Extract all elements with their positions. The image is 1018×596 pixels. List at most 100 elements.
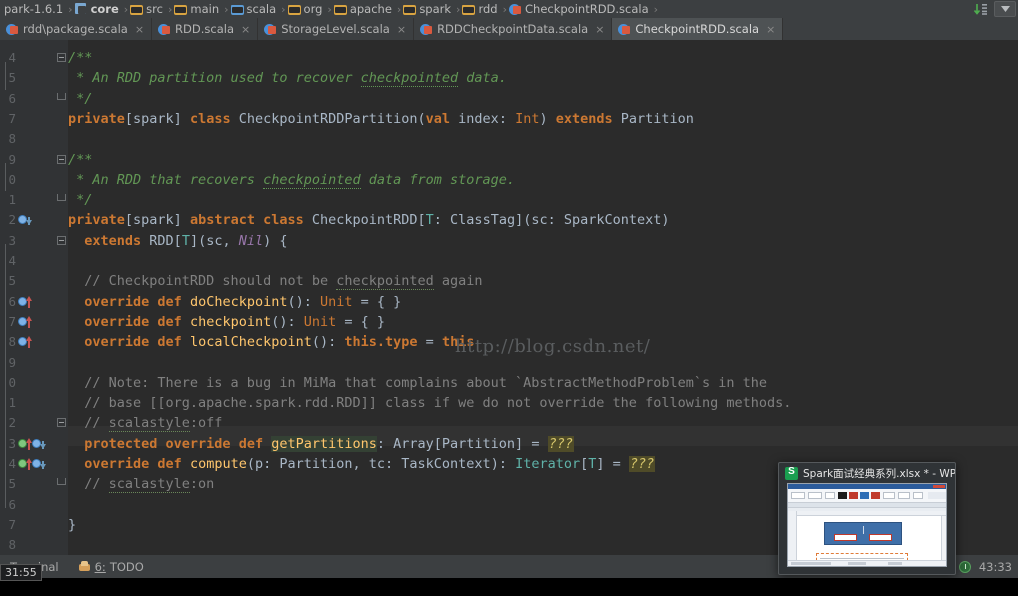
breadcrumb-item-rdd[interactable]: rdd [461, 2, 501, 16]
code-line: override def doCheckpoint(): Unit = { } [84, 293, 402, 310]
scala-file-icon [618, 23, 631, 36]
tab-rdd-scala[interactable]: RDD.scala × [152, 18, 259, 40]
status-cursor-position[interactable]: 43:33 [979, 560, 1012, 574]
breadcrumb-label: src [146, 2, 163, 16]
overriding-method-icon[interactable] [32, 437, 46, 451]
tab-label: CheckpointRDD.scala [635, 22, 760, 36]
line-number: 7 [8, 110, 16, 126]
code-line: // scalastyle:on [68, 476, 215, 494]
breadcrumb-item-apache[interactable]: apache [333, 2, 396, 16]
breadcrumb-label: main [190, 2, 220, 16]
gutter-markers[interactable] [18, 335, 32, 349]
thumbnail-title: Spark面试经典系列.xlsx * - WP... [803, 467, 956, 480]
implemented-method-icon[interactable] [18, 457, 32, 471]
status-todo-label: TODO [109, 559, 144, 574]
code-line: private[spark] class CheckpointRDDPartit… [68, 110, 694, 127]
thumbnail-title-bar: Spark面试经典系列.xlsx * - WP... [779, 463, 955, 483]
line-number: 5 [8, 70, 16, 86]
code-line: override def localCheckpoint(): this.typ… [84, 334, 475, 351]
line-number: 9 [8, 354, 16, 370]
fold-region-stem [5, 62, 6, 90]
line-number: 5 [8, 273, 16, 289]
chevron-down-icon[interactable] [994, 1, 1016, 17]
code-line: // base [[org.apache.spark.rdd.RDD]] cla… [68, 395, 792, 412]
status-bar-right: 43:33 [958, 560, 1012, 574]
line-number: 8 [8, 334, 16, 350]
fold-collapse-icon[interactable] [57, 154, 66, 164]
line-number: 0 [8, 374, 16, 390]
preview-sheet-tabs [788, 503, 946, 508]
breadcrumb-item-src[interactable]: src [129, 2, 167, 16]
overriding-method-icon[interactable] [18, 295, 32, 309]
folder-icon [174, 4, 188, 15]
fold-collapse-icon[interactable] [57, 418, 66, 428]
breadcrumb-item-main[interactable]: main [173, 2, 223, 16]
folder-icon [130, 4, 144, 15]
breadcrumb-item-spark[interactable]: spark [402, 2, 455, 16]
fold-collapse-icon[interactable] [57, 235, 66, 245]
overriding-method-icon[interactable] [18, 315, 32, 329]
gutter-markers[interactable] [18, 437, 46, 451]
code-line: override def checkpoint(): Unit = { } [84, 313, 386, 330]
close-icon[interactable]: × [397, 23, 406, 36]
code-line: protected override def getPartitions: Ar… [84, 435, 574, 452]
breadcrumb-label: apache [349, 2, 392, 16]
tab-label: StorageLevel.scala [281, 22, 390, 36]
implementing-method-icon[interactable] [18, 213, 32, 227]
breadcrumb-label: scala [246, 2, 277, 16]
close-icon[interactable]: × [595, 23, 604, 36]
code-line: // scalastyle:off [68, 415, 223, 433]
close-icon[interactable]: × [135, 23, 144, 36]
module-icon [74, 3, 88, 15]
status-todo-number: 6: [94, 559, 106, 574]
line-number: 7 [8, 313, 16, 329]
gutter-markers[interactable] [18, 315, 32, 329]
code-line: } [68, 516, 77, 533]
gutter-markers[interactable] [18, 213, 32, 227]
gutter-markers[interactable] [18, 457, 46, 471]
fold-collapse-icon[interactable] [57, 53, 66, 62]
tab-storagelevel-scala[interactable]: StorageLevel.scala × [258, 18, 415, 40]
overriding-method-icon[interactable] [18, 335, 32, 349]
folder-icon [462, 4, 476, 15]
line-number: 8 [8, 131, 16, 147]
gutter-markers[interactable] [18, 295, 32, 309]
overriding-method-icon[interactable] [32, 457, 46, 471]
breadcrumb-label: rdd [478, 2, 498, 16]
fold-region-end-icon[interactable] [57, 194, 66, 202]
taskbar-thumbnail-preview[interactable]: Spark面试经典系列.xlsx * - WP... [778, 462, 956, 575]
breadcrumb-item-project[interactable]: park-1.6.1 [0, 2, 67, 16]
breadcrumb-separator-icon: › [653, 2, 659, 16]
code-line: // Note: There is a bug in MiMa that com… [68, 374, 767, 391]
sort-by-icon[interactable] [971, 1, 991, 17]
tab-checkpointrdd-scala[interactable]: CheckpointRDD.scala × [612, 18, 784, 40]
fold-region-end-icon[interactable] [57, 478, 66, 486]
breadcrumb-item-file[interactable]: CheckpointRDD.scala [508, 2, 653, 16]
preview-diagram [824, 522, 902, 545]
wps-spreadsheet-icon [785, 466, 798, 480]
close-icon[interactable]: × [241, 23, 250, 36]
folder-blue-icon [230, 4, 244, 15]
code-line: extends RDD[T](sc, Nil) { [84, 232, 288, 249]
tab-rdd-package-scala[interactable]: rdd\package.scala × [0, 18, 153, 40]
code-line: override def compute(p: Partition, tc: T… [84, 456, 656, 472]
line-number: 9 [8, 151, 16, 167]
close-icon[interactable]: × [766, 23, 775, 36]
tab-label: RDD.scala [175, 22, 234, 36]
breadcrumb-item-scala[interactable]: scala [230, 2, 281, 16]
breadcrumb-item-org[interactable]: org [287, 2, 327, 16]
line-number: 4 [8, 253, 16, 268]
breadcrumb: park-1.6.1 › core › src › main › scala ›… [0, 0, 1018, 18]
cursor-position-icon [958, 560, 971, 573]
breadcrumb-label: spark [419, 2, 452, 16]
tab-rddcheckpointdata-scala[interactable]: RDDCheckpointData.scala × [414, 18, 613, 40]
line-number: 3 [8, 232, 16, 248]
implemented-method-icon[interactable] [18, 437, 32, 451]
fold-region-end-icon[interactable] [57, 92, 66, 100]
code-line: * An RDD partition used to recover check… [68, 70, 507, 88]
line-number: 3 [8, 435, 16, 451]
breadcrumb-item-core[interactable]: core [74, 2, 123, 16]
status-todo-button[interactable]: 6: TODO [69, 560, 154, 574]
folder-icon [333, 4, 347, 15]
position-tooltip: 31:55 [0, 564, 42, 581]
